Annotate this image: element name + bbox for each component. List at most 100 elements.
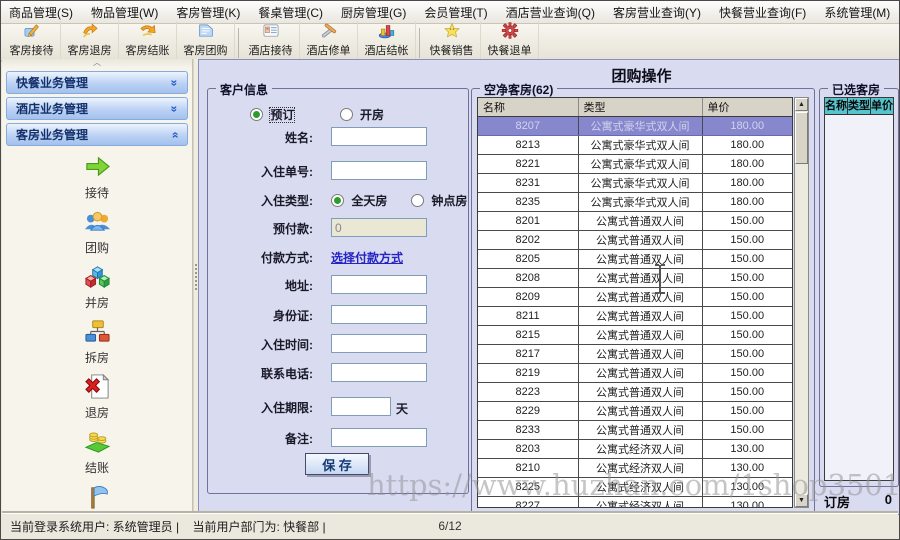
table-cell[interactable]: 150.00 (702, 306, 792, 326)
table-cell[interactable]: 公寓式豪华式双人间 (578, 192, 703, 212)
table-cell[interactable]: 公寓式豪华式双人间 (578, 135, 703, 155)
table-cell[interactable]: 公寓式普通双人间 (578, 249, 703, 269)
sidebar-item[interactable]: 退房 (84, 373, 111, 421)
sidebar-item[interactable]: 拆房 (84, 318, 111, 366)
save-button[interactable]: 保 存 (305, 453, 369, 475)
table-cell[interactable]: 8225 (478, 477, 579, 497)
duration-input[interactable] (331, 397, 391, 416)
radio-open-label[interactable]: 开房 (360, 108, 384, 122)
table-cell[interactable]: 150.00 (702, 325, 792, 345)
radio-hourly-icon[interactable] (411, 194, 424, 207)
table-row[interactable]: 8208 公寓式普通双人间 150.00 (478, 268, 792, 288)
table-cell[interactable]: 公寓式豪华式双人间 (578, 173, 703, 193)
table-cell[interactable]: 8221 (478, 154, 579, 174)
sidebar-section-rooms[interactable]: 客房业务管理 » (6, 123, 188, 146)
radio-book[interactable]: 预订 (250, 107, 298, 123)
table-cell[interactable]: 150.00 (702, 268, 792, 288)
scroll-down-icon[interactable]: ▼ (795, 494, 808, 507)
table-cell[interactable]: 150.00 (702, 287, 792, 307)
sidebar-section-hotel[interactable]: 酒店业务管理 » (6, 97, 188, 120)
table-cell[interactable]: 公寓式普通双人间 (578, 363, 703, 383)
radio-fullday[interactable]: 全天房 (331, 192, 387, 209)
sidebar-item[interactable]: 接待 (84, 153, 111, 201)
table-row[interactable]: 8211 公寓式普通双人间 150.00 (478, 306, 792, 326)
table-cell[interactable]: 公寓式普通双人间 (578, 306, 703, 326)
table-cell[interactable]: 150.00 (702, 401, 792, 421)
table-cell[interactable]: 8202 (478, 230, 579, 250)
table-cell[interactable]: 8201 (478, 211, 579, 231)
sidebar-item[interactable]: 结账 (84, 428, 111, 476)
phone-input[interactable] (331, 363, 427, 382)
radio-hourly[interactable]: 钟点房 (411, 192, 467, 209)
table-cell[interactable]: 150.00 (702, 211, 792, 231)
table-cell[interactable]: 公寓式普通双人间 (578, 230, 703, 250)
sidebar-item[interactable]: 并房 (84, 263, 111, 311)
table-row[interactable]: 8213 公寓式豪华式双人间 180.00 (478, 135, 792, 155)
menu-item[interactable]: 酒店营业查询(Q) (506, 4, 595, 21)
table-cell[interactable]: 130.00 (702, 458, 792, 478)
scrollbar-thumb[interactable] (795, 112, 808, 164)
vertical-scrollbar[interactable]: ▲ ▼ (794, 97, 809, 508)
toolbar-button[interactable]: 客房团购 (177, 21, 235, 60)
table-cell[interactable]: 公寓式普通双人间 (578, 268, 703, 288)
table-cell[interactable]: 180.00 (702, 135, 792, 155)
table-cell[interactable]: 8233 (478, 420, 579, 440)
table-cell[interactable]: 8203 (478, 439, 579, 459)
menu-item[interactable]: 餐桌管理(C) (258, 4, 323, 21)
table-cell[interactable]: 8205 (478, 249, 579, 269)
sidebar-collapse-handle[interactable]: ︿ (2, 59, 192, 68)
table-row[interactable]: 8223 公寓式普通双人间 150.00 (478, 382, 792, 402)
table-cell[interactable]: 公寓式豪华式双人间 (578, 116, 703, 136)
table-cell[interactable]: 130.00 (702, 477, 792, 497)
table-cell[interactable]: 8235 (478, 192, 579, 212)
table-cell[interactable]: 8223 (478, 382, 579, 402)
toolbar-button[interactable]: 酒店接待 (242, 21, 300, 60)
radio-book-label[interactable]: 预订 (269, 107, 296, 123)
table-row[interactable]: 8201 公寓式普通双人间 150.00 (478, 211, 792, 231)
table-row[interactable]: 8203 公寓式经济双人间 130.00 (478, 439, 792, 459)
table-row[interactable]: 8233 公寓式普通双人间 150.00 (478, 420, 792, 440)
idcard-input[interactable] (331, 305, 427, 324)
menu-item[interactable]: 会员管理(T) (424, 4, 487, 21)
table-cell[interactable]: 公寓式普通双人间 (578, 382, 703, 402)
address-input[interactable] (331, 275, 427, 294)
table-cell[interactable]: 180.00 (702, 173, 792, 193)
toolbar-button[interactable]: 客房结账 (119, 21, 177, 60)
table-cell[interactable]: 8211 (478, 306, 579, 326)
table-row[interactable]: 8210 公寓式经济双人间 130.00 (478, 458, 792, 478)
table-cell[interactable]: 8207 (478, 116, 579, 136)
payment-method-link[interactable]: 选择付款方式 (331, 249, 403, 266)
menu-item[interactable]: 客房管理(K) (176, 4, 240, 21)
sidebar-item[interactable]: 团购 (84, 208, 111, 256)
table-row[interactable]: 8215 公寓式普通双人间 150.00 (478, 325, 792, 345)
table-row[interactable]: 8225 公寓式经济双人间 130.00 (478, 477, 792, 497)
column-header[interactable]: 名称 (478, 98, 579, 117)
table-row[interactable]: 8219 公寓式普通双人间 150.00 (478, 363, 792, 383)
table-cell[interactable]: 150.00 (702, 249, 792, 269)
table-cell[interactable]: 8213 (478, 135, 579, 155)
scroll-up-icon[interactable]: ▲ (795, 98, 808, 111)
table-cell[interactable]: 公寓式经济双人间 (578, 439, 703, 459)
table-cell[interactable]: 8227 (478, 496, 579, 507)
table-cell[interactable]: 150.00 (702, 363, 792, 383)
table-cell[interactable]: 180.00 (702, 154, 792, 174)
table-cell[interactable]: 180.00 (702, 116, 792, 136)
table-cell[interactable]: 130.00 (702, 496, 792, 507)
table-row[interactable]: 8221 公寓式豪华式双人间 180.00 (478, 154, 792, 174)
table-cell[interactable]: 8208 (478, 268, 579, 288)
radio-book-icon[interactable] (250, 108, 263, 121)
table-cell[interactable]: 公寓式普通双人间 (578, 211, 703, 231)
table-cell[interactable]: 公寓式普通双人间 (578, 287, 703, 307)
menu-item[interactable]: 快餐营业查询(F) (719, 4, 806, 21)
table-cell[interactable]: 公寓式普通双人间 (578, 325, 703, 345)
order-input[interactable] (331, 161, 427, 180)
menu-item[interactable]: 系统管理(M) (824, 4, 890, 21)
radio-open-icon[interactable] (339, 108, 353, 121)
table-cell[interactable]: 8210 (478, 458, 579, 478)
table-cell[interactable]: 公寓式豪华式双人间 (578, 154, 703, 174)
table-row[interactable]: 8235 公寓式豪华式双人间 180.00 (478, 192, 792, 212)
table-cell[interactable]: 公寓式普通双人间 (578, 401, 703, 421)
table-row[interactable]: 8227 公寓式经济双人间 130.00 (478, 496, 792, 507)
table-row[interactable]: 8207 公寓式豪华式双人间 180.00 (478, 116, 792, 136)
table-cell[interactable]: 公寓式经济双人间 (578, 458, 703, 478)
